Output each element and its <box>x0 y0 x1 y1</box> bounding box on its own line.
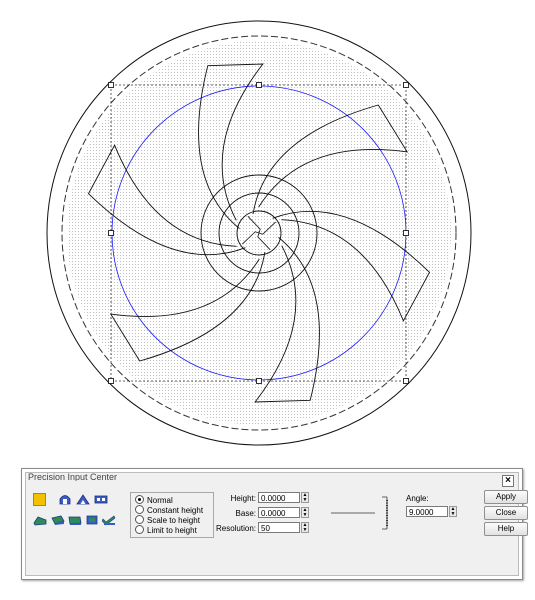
handle-s[interactable] <box>256 378 262 384</box>
radio-limit-to-height-dot <box>135 525 144 535</box>
radio-limit-to-height-label: Limit to height <box>147 526 197 535</box>
shape-b-icon[interactable] <box>51 514 65 526</box>
handle-se[interactable] <box>403 378 409 384</box>
arch-icon[interactable] <box>58 493 72 505</box>
handle-n[interactable] <box>256 82 262 88</box>
radio-scale-to-height[interactable]: Scale to height <box>135 515 200 526</box>
apply-button[interactable]: Apply <box>484 490 528 504</box>
handle-sw[interactable] <box>108 378 114 384</box>
angle-spinner[interactable]: ▲ ▼ <box>449 506 457 517</box>
handle-nw[interactable] <box>108 82 114 88</box>
mode-radio-group: Normal Constant height Scale to height L… <box>130 492 214 538</box>
radio-scale-to-height-dot <box>135 515 144 525</box>
base-label: Base: <box>235 509 256 518</box>
radio-constant-height[interactable]: Constant height <box>135 505 204 516</box>
radio-constant-height-dot <box>135 505 144 515</box>
shape-d-icon[interactable] <box>85 514 99 526</box>
angle-label: Angle: <box>406 494 429 503</box>
height-field[interactable]: 0.0000 <box>258 492 300 503</box>
radio-normal-dot <box>135 495 144 505</box>
radio-constant-height-label: Constant height <box>147 506 204 515</box>
close-icon[interactable]: × <box>502 475 514 487</box>
shape-e-icon[interactable] <box>102 514 116 526</box>
panel-title: Precision Input Center <box>28 472 118 481</box>
base-field[interactable]: 0.0000 <box>258 507 300 518</box>
handle-w[interactable] <box>108 230 114 236</box>
handle-e[interactable] <box>403 230 409 236</box>
help-button[interactable]: Help <box>484 522 528 536</box>
drawing-canvas[interactable] <box>0 0 535 455</box>
radio-normal-label: Normal <box>147 496 173 505</box>
radio-limit-to-height[interactable]: Limit to height <box>135 525 197 536</box>
profile-preview <box>331 496 388 530</box>
close-button[interactable]: Close <box>484 506 528 520</box>
shape-c-icon[interactable] <box>68 514 82 526</box>
resolution-label: Resolution: <box>215 524 256 533</box>
yellow-square-icon[interactable] <box>33 493 46 506</box>
peak-icon[interactable] <box>76 493 90 505</box>
angle-field[interactable]: 9.0000 <box>406 506 448 517</box>
base-spinner[interactable]: ▲ ▼ <box>301 507 309 518</box>
rect-solid-icon[interactable] <box>94 493 108 505</box>
panel-body: Precision Input Center × Normal Constant… <box>25 472 528 576</box>
resolution-spinner[interactable]: ▲ ▼ <box>301 522 309 533</box>
height-spinner[interactable]: ▲ ▼ <box>301 492 309 503</box>
resolution-field[interactable]: 50 <box>258 522 300 533</box>
shape-a-icon[interactable] <box>33 514 47 526</box>
precision-input-center-panel: Precision Input Center × Normal Constant… <box>21 468 528 580</box>
handle-ne[interactable] <box>403 82 409 88</box>
radio-scale-to-height-label: Scale to height <box>147 516 200 525</box>
height-label: Height: <box>230 494 256 503</box>
